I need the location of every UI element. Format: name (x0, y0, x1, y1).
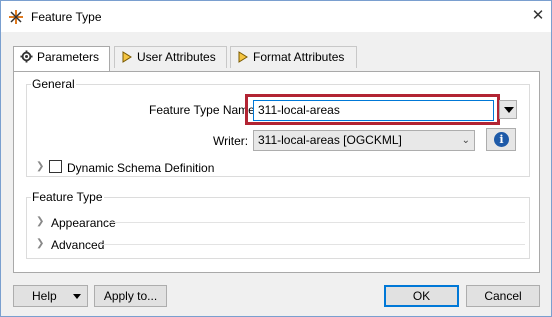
dynamic-schema-checkbox[interactable] (49, 160, 62, 173)
tab-user-attributes[interactable]: User Attributes (114, 46, 227, 68)
triangle-down-icon (504, 107, 514, 113)
chevron-right-icon[interactable]: ❯ (36, 238, 44, 249)
divider (105, 222, 525, 223)
window-title: Feature Type (31, 10, 102, 24)
gear-icon (20, 50, 33, 63)
dynamic-schema-label: Dynamic Schema Definition (67, 161, 215, 175)
info-icon: i (494, 132, 509, 147)
tab-label: Parameters (37, 50, 100, 64)
tab-label: Format Attributes (253, 50, 345, 64)
tab-label: User Attributes (137, 50, 216, 64)
advanced-expander-label[interactable]: Advanced (51, 238, 104, 252)
cancel-button[interactable]: Cancel (466, 285, 540, 307)
writer-info-button[interactable]: i (486, 128, 516, 151)
writer-label: Writer: (213, 134, 249, 148)
divider (99, 244, 525, 245)
writer-select[interactable]: 311-local-areas [OGCKML] ⌄ (253, 130, 475, 151)
title-bar: Feature Type ✕ (1, 1, 551, 32)
writer-value: 311-local-areas [OGCKML] (258, 133, 402, 147)
attribute-arrow-icon (122, 50, 132, 63)
tab-format-attributes[interactable]: Format Attributes (230, 46, 357, 68)
feature-type-name-label: Feature Type Name: (149, 103, 259, 117)
feature-type-dialog: Feature Type ✕ Parameters User Attribute… (0, 0, 552, 317)
appearance-expander-label[interactable]: Appearance (51, 216, 116, 230)
feature-type-name-dropdown-button[interactable] (499, 100, 517, 119)
triangle-down-icon (73, 294, 81, 299)
chevron-down-icon: ⌄ (461, 135, 470, 146)
close-icon[interactable]: ✕ (527, 4, 549, 28)
help-button-label: Help (32, 289, 57, 303)
ok-button[interactable]: OK (384, 285, 459, 307)
chevron-right-icon[interactable]: ❯ (36, 216, 44, 227)
chevron-right-icon[interactable]: ❯ (36, 161, 44, 172)
tab-parameters[interactable]: Parameters (13, 46, 110, 71)
feature-type-group-label: Feature Type (31, 190, 104, 204)
apply-to-button[interactable]: Apply to... (94, 285, 167, 307)
fme-app-icon (8, 9, 24, 25)
help-button[interactable]: Help (13, 285, 88, 307)
general-group-label: General (31, 77, 76, 91)
attribute-arrow-icon (238, 50, 248, 63)
highlight-box (245, 94, 500, 125)
